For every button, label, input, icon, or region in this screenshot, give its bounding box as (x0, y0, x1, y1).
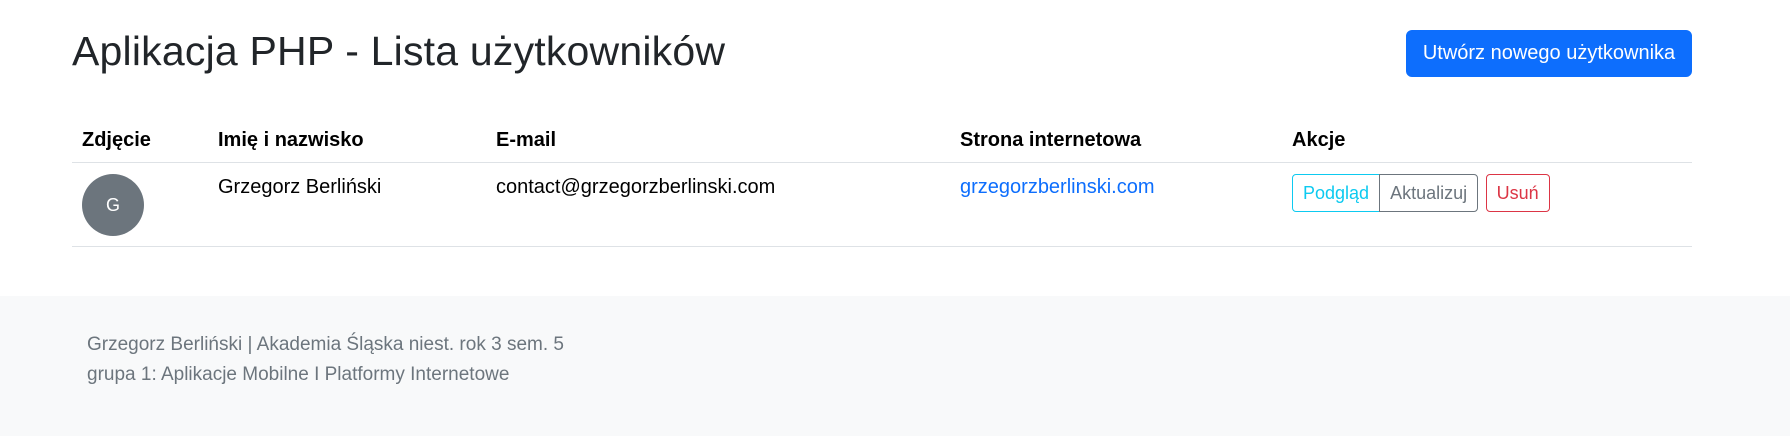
column-header-email: E-mail (486, 118, 950, 163)
photo-cell: G (72, 162, 208, 247)
name-cell: Grzegorz Berliński (208, 162, 486, 247)
users-table: Zdjęcie Imię i nazwisko E-mail Strona in… (72, 118, 1692, 247)
delete-button[interactable]: Usuń (1485, 174, 1550, 212)
column-header-name: Imię i nazwisko (208, 118, 486, 163)
table-row: G Grzegorz Berliński contact@grzegorzber… (72, 162, 1692, 247)
footer-group-line: grupa 1: Aplikacje Mobilne I Platformy I… (87, 364, 510, 385)
email-cell: contact@grzegorzberlinski.com (486, 162, 950, 247)
table-header: Zdjęcie Imię i nazwisko E-mail Strona in… (72, 118, 1692, 163)
column-header-website: Strona internetowa (950, 118, 1282, 163)
table-header-row: Zdjęcie Imię i nazwisko E-mail Strona in… (72, 118, 1692, 163)
column-header-photo: Zdjęcie (72, 118, 208, 163)
website-link[interactable]: grzegorzberlinski.com (960, 176, 1155, 198)
actions-button-group: Podgląd Aktualizuj (1292, 174, 1479, 212)
footer-author-line: Grzegorz Berliński | Akademia Śląska nie… (87, 334, 564, 355)
page-title: Aplikacja PHP - Lista użytkowników (72, 28, 726, 74)
main-container: Aplikacja PHP - Lista użytkowników Utwór… (72, 0, 1692, 296)
update-button[interactable]: Aktualizuj (1379, 174, 1479, 212)
avatar: G (82, 174, 144, 236)
create-user-button[interactable]: Utwórz nowego użytkownika (1406, 30, 1692, 77)
actions-cell: Podgląd Aktualizuj Usuń (1282, 162, 1692, 247)
footer: Grzegorz Berliński | Akademia Śląska nie… (0, 296, 1790, 436)
table-body: G Grzegorz Berliński contact@grzegorzber… (72, 162, 1692, 247)
website-cell: grzegorzberlinski.com (950, 162, 1282, 247)
column-header-actions: Akcje (1282, 118, 1692, 163)
view-button[interactable]: Podgląd (1292, 174, 1381, 212)
